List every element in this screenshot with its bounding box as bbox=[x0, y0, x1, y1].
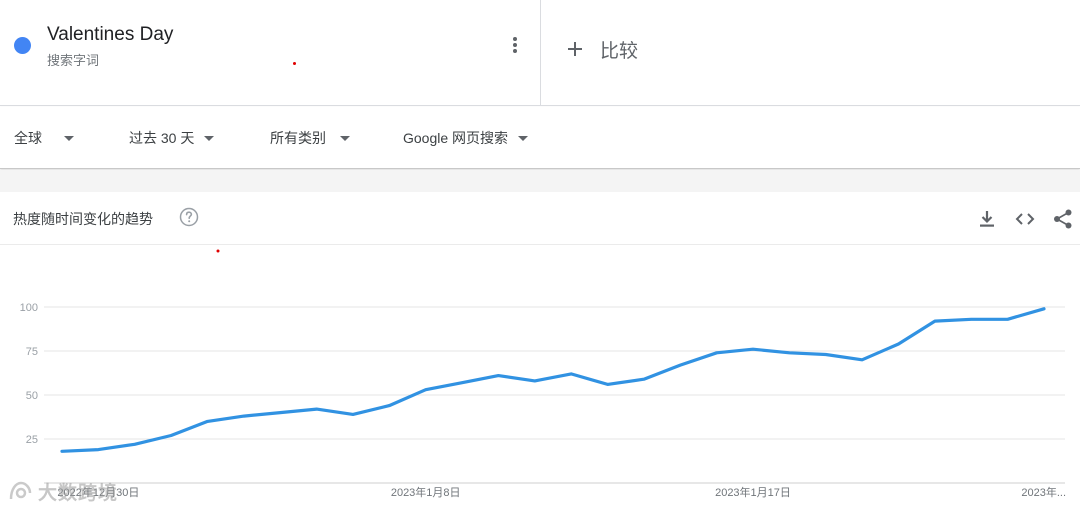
filter-time-label: 过去 30 天 bbox=[129, 130, 195, 146]
help-icon[interactable] bbox=[179, 207, 199, 227]
data-point[interactable] bbox=[640, 375, 648, 383]
download-icon[interactable] bbox=[976, 208, 998, 230]
data-point[interactable] bbox=[676, 361, 684, 369]
data-point[interactable] bbox=[822, 351, 830, 359]
filter-search-type-label: Google 网页搜索 bbox=[403, 130, 509, 146]
watermark-text: 大数跨境 bbox=[38, 482, 119, 504]
series-line[interactable] bbox=[60, 307, 1046, 453]
data-point[interactable] bbox=[458, 379, 466, 387]
data-point[interactable] bbox=[604, 380, 612, 388]
compare-button[interactable]: 比较 bbox=[566, 34, 638, 64]
section-gap bbox=[0, 170, 1080, 192]
filter-bar: 全球 过去 30 天 所有类别 Google 网页搜索 bbox=[0, 107, 1080, 169]
compare-label: 比较 bbox=[600, 40, 639, 62]
interest-line-chart: 255075100 2022年12月30日 2023年1月8日 2023年1月17日… bbox=[20, 249, 1066, 499]
y-tick-label: 75 bbox=[26, 346, 38, 358]
chart-title: 热度随时间变化的趋势 bbox=[13, 211, 153, 227]
more-vert-icon[interactable] bbox=[504, 34, 526, 58]
data-point[interactable] bbox=[349, 410, 357, 418]
term-color-dot bbox=[14, 37, 31, 54]
data-point[interactable] bbox=[895, 340, 903, 348]
data-point[interactable] bbox=[785, 349, 793, 357]
filter-category-label: 所有类别 bbox=[270, 130, 326, 146]
watermark: 大数跨境 bbox=[8, 478, 118, 504]
data-point[interactable] bbox=[713, 349, 721, 357]
data-point[interactable] bbox=[967, 315, 975, 323]
term-title[interactable]: Valentines Day bbox=[47, 24, 173, 46]
y-tick-label: 50 bbox=[26, 390, 38, 402]
x-tick-label: 2023年1月17日 bbox=[715, 485, 791, 499]
x-tick-label: 2023年... bbox=[1021, 485, 1066, 499]
data-point[interactable] bbox=[131, 440, 139, 448]
y-tick-label: 100 bbox=[20, 302, 38, 314]
data-point[interactable] bbox=[167, 432, 175, 440]
data-point[interactable] bbox=[313, 405, 321, 413]
caret-down-icon bbox=[340, 135, 350, 141]
annotation-dot bbox=[216, 249, 220, 253]
data-point[interactable] bbox=[531, 377, 539, 385]
interest-over-time-panel: 热度随时间变化的趋势 25 50 75 100 2022年12月30日 2023… bbox=[0, 192, 1080, 510]
plus-icon bbox=[568, 42, 582, 56]
filter-search-type-dropdown[interactable]: Google 网页搜索 bbox=[403, 127, 529, 149]
data-point[interactable] bbox=[385, 402, 393, 410]
search-term-card[interactable]: Valentines Day 搜索字词 bbox=[0, 0, 541, 106]
caret-down-icon bbox=[518, 135, 529, 141]
embed-code-icon[interactable] bbox=[1014, 208, 1036, 230]
filter-region-label: 全球 bbox=[14, 130, 42, 146]
data-point[interactable] bbox=[422, 386, 430, 394]
x-tick-label: 2023年1月8日 bbox=[391, 485, 461, 499]
data-point[interactable] bbox=[204, 417, 212, 425]
data-point[interactable] bbox=[276, 409, 284, 417]
y-tick-label: 25 bbox=[26, 434, 38, 446]
data-point[interactable] bbox=[858, 356, 866, 364]
watermark-logo-icon bbox=[9, 481, 32, 500]
data-point[interactable] bbox=[1004, 315, 1012, 323]
annotation-dot bbox=[293, 62, 296, 65]
caret-down-icon bbox=[64, 135, 74, 141]
data-point[interactable] bbox=[58, 447, 66, 455]
data-point[interactable] bbox=[240, 412, 248, 420]
chart-header: 热度随时间变化的趋势 bbox=[0, 192, 1080, 245]
data-point[interactable] bbox=[494, 372, 502, 380]
data-point[interactable] bbox=[931, 317, 939, 325]
filter-category-dropdown[interactable]: 所有类别 bbox=[270, 127, 350, 149]
data-point[interactable] bbox=[94, 446, 102, 454]
data-point[interactable] bbox=[1040, 305, 1048, 313]
search-term-bar: Valentines Day 搜索字词 比较 bbox=[0, 0, 1080, 106]
term-subtitle: 搜索字词 bbox=[47, 53, 100, 68]
filter-region-dropdown[interactable]: 全球 bbox=[14, 127, 74, 149]
caret-down-icon bbox=[204, 135, 215, 141]
data-point[interactable] bbox=[749, 345, 757, 353]
data-point[interactable] bbox=[567, 370, 575, 378]
share-icon[interactable] bbox=[1052, 208, 1074, 230]
filter-time-dropdown[interactable]: 过去 30 天 bbox=[129, 127, 215, 149]
